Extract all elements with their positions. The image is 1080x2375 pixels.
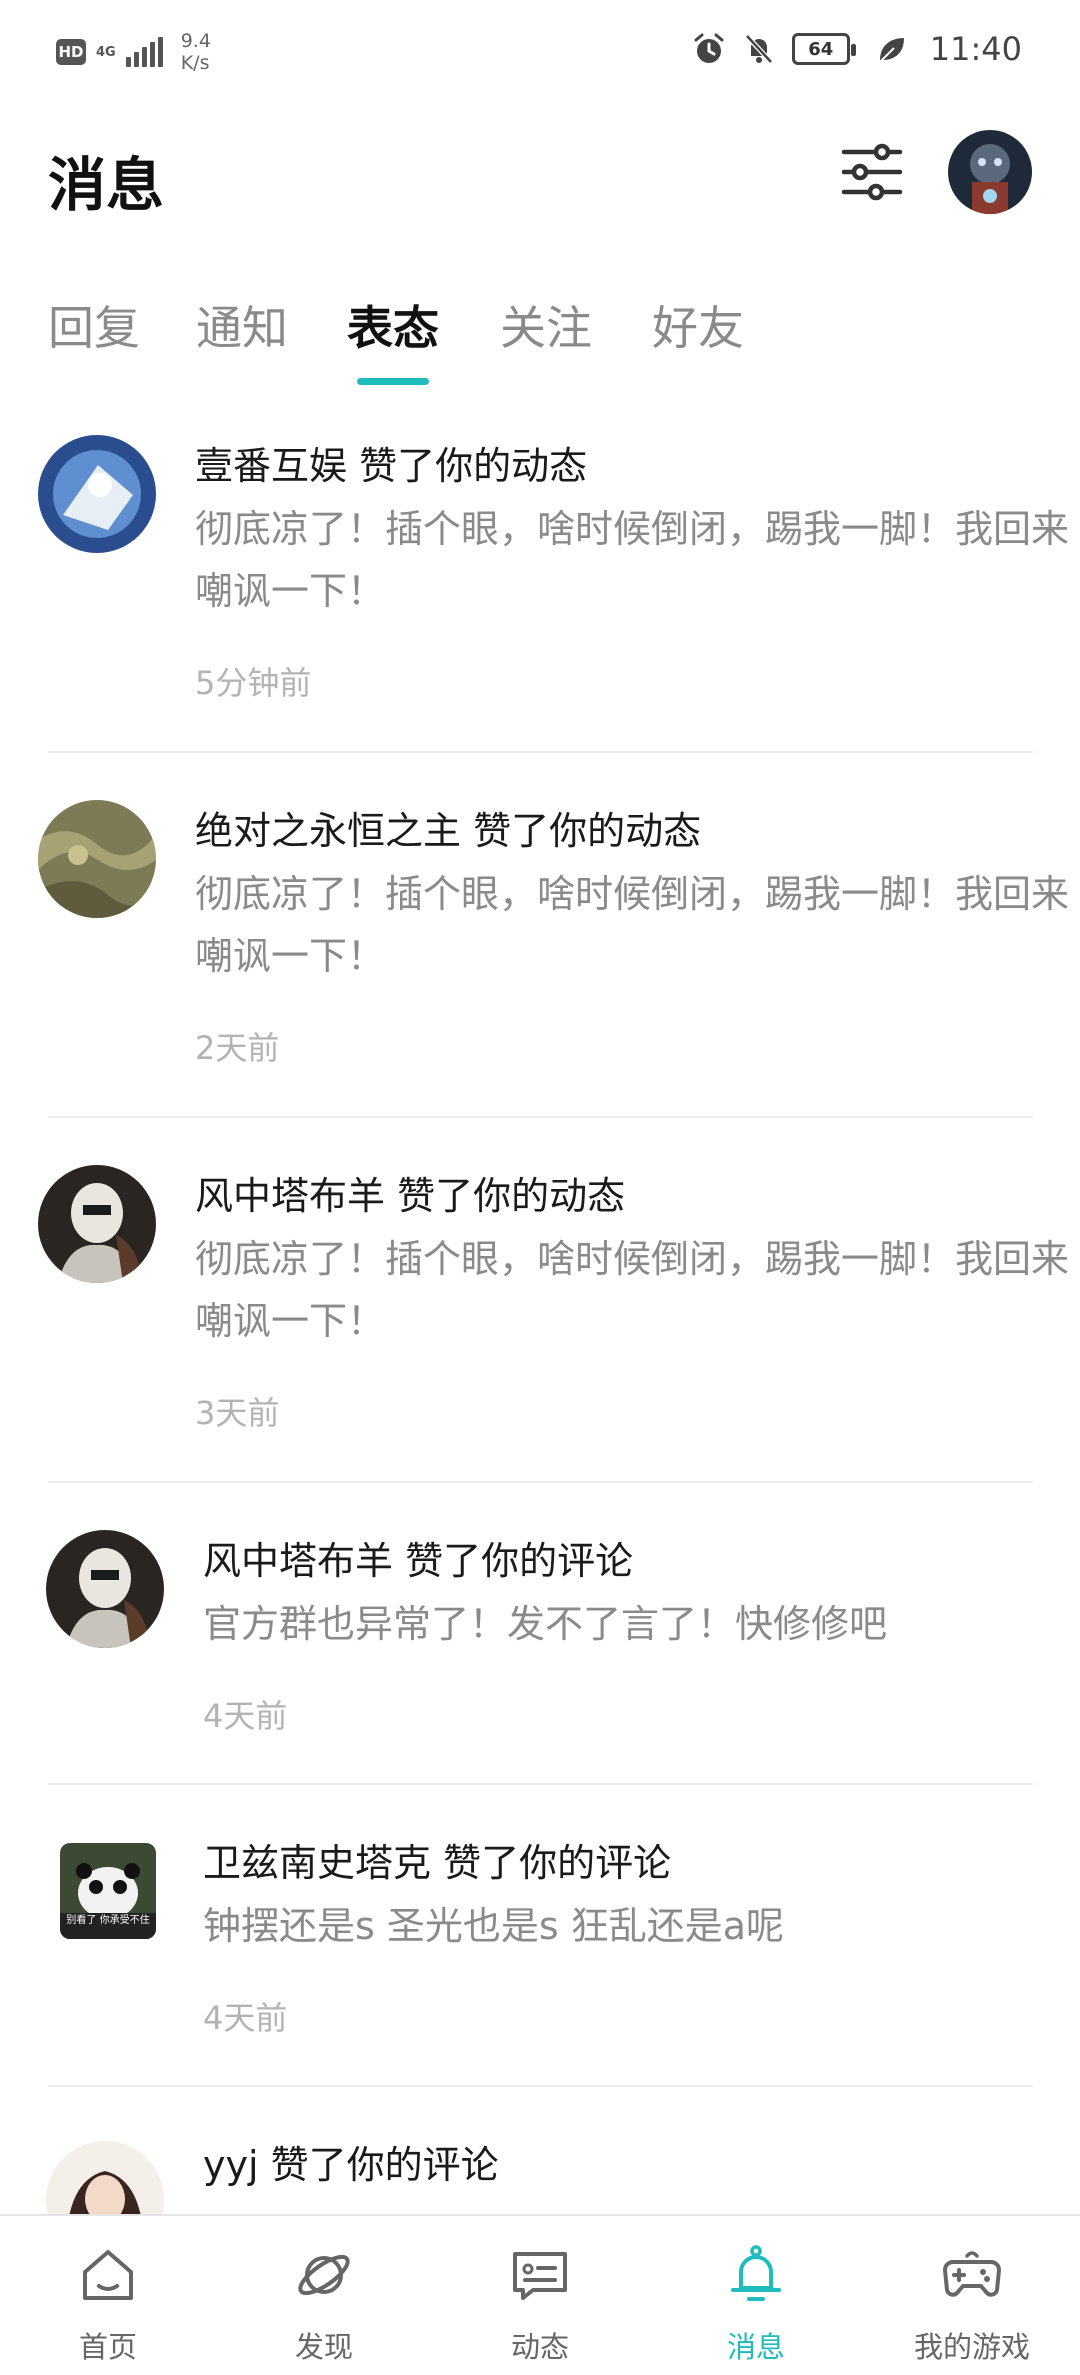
tab-follow[interactable]: 关注: [500, 292, 592, 358]
signal-icon: [125, 37, 163, 67]
item-title: 卫兹南史塔克 赞了你的评论: [203, 1832, 671, 1887]
clock: 11:40: [929, 30, 1022, 68]
network-speed-unit: K/s: [180, 52, 210, 74]
action-text: 赞了你的动态: [473, 809, 702, 853]
nav-home[interactable]: 首页: [0, 2216, 216, 2375]
network-type: 4G: [96, 44, 116, 60]
user-name[interactable]: 绝对之永恒之主: [195, 809, 461, 853]
nav-my-games[interactable]: 我的游戏: [864, 2216, 1080, 2375]
network-speed: 9.4 K/s: [181, 30, 211, 74]
tab-reaction[interactable]: 表态: [347, 292, 439, 358]
item-time: 4天前: [203, 1697, 288, 1735]
hd-badge: HD: [56, 39, 86, 65]
gamepad-icon: [943, 2251, 1001, 2297]
tab-friends[interactable]: 好友: [652, 292, 744, 358]
bell-icon: [731, 2245, 781, 2301]
avatar[interactable]: [38, 435, 156, 553]
mute-bell-icon: [744, 34, 773, 64]
divider: [48, 1783, 1033, 1785]
item-title: yyj 赞了你的评论: [203, 2134, 499, 2189]
nav-feed[interactable]: 动态: [432, 2216, 648, 2375]
user-avatar[interactable]: [948, 130, 1032, 214]
divider: [48, 1481, 1033, 1483]
item-time: 5分钟前: [195, 664, 312, 702]
item-time: 3天前: [195, 1394, 280, 1432]
status-bar: HD 4G 9.4 K/s 64 11:40: [0, 0, 1080, 108]
avatar[interactable]: 别看了 你承受不住: [60, 1843, 156, 1939]
message-card-icon: [513, 2252, 567, 2300]
item-title: 风中塔布羊 赞了你的动态: [195, 1165, 625, 1220]
status-left: HD 4G 9.4 K/s: [56, 30, 211, 74]
network-speed-value: 9.4: [180, 30, 211, 52]
item-title: 风中塔布羊 赞了你的评论: [203, 1530, 633, 1585]
action-text: 赞了你的评论: [443, 1841, 672, 1885]
header: 消息: [0, 108, 1080, 248]
action-text: 赞了你的评论: [270, 2143, 499, 2187]
action-text: 赞了你的动态: [397, 1174, 626, 1218]
tab-reply[interactable]: 回复: [48, 292, 140, 358]
item-content: 官方群也异常了！发不了言了！快修修吧: [203, 1602, 888, 1646]
item-content: 钟摆还是s 圣光也是s 狂乱还是a呢: [203, 1904, 785, 1948]
user-name[interactable]: 壹番互娱: [195, 444, 347, 488]
avatar[interactable]: [38, 800, 156, 918]
user-name[interactable]: 卫兹南史塔克: [203, 1841, 431, 1885]
item-title: 壹番互娱 赞了你的动态: [195, 435, 587, 490]
tab-active-indicator: [357, 378, 429, 385]
home-icon: [83, 2250, 133, 2300]
nav-discover[interactable]: 发现: [216, 2216, 432, 2375]
user-name[interactable]: yyj: [203, 2143, 259, 2187]
item-content: 彻底凉了！插个眼，啥时候倒闭，踢我一脚！我回来嘲讽一下！: [195, 872, 1070, 978]
alarm-icon: [694, 33, 724, 63]
item-time: 4天前: [203, 1999, 288, 2037]
user-name[interactable]: 风中塔布羊: [203, 1539, 393, 1583]
action-text: 赞了你的动态: [359, 444, 588, 488]
nav-my-games-label: 我的游戏: [913, 2330, 1030, 2364]
user-name[interactable]: 风中塔布羊: [195, 1174, 385, 1218]
status-right: 64 11:40: [692, 30, 1022, 68]
tab-bar: 回复 通知 表态 关注 好友: [0, 280, 1080, 400]
divider: [48, 751, 1033, 753]
item-content: 彻底凉了！插个眼，啥时候倒闭，踢我一脚！我回来嘲讽一下！: [195, 507, 1070, 613]
battery-indicator: 64: [791, 33, 856, 65]
nav-discover-label: 发现: [294, 2330, 353, 2364]
nav-feed-label: 动态: [510, 2330, 569, 2364]
avatar[interactable]: [38, 1165, 156, 1283]
action-text: 赞了你的评论: [405, 1539, 634, 1583]
tab-notification[interactable]: 通知: [196, 292, 288, 358]
item-time: 2天前: [195, 1029, 280, 1067]
page-title: 消息: [48, 151, 165, 219]
planet-icon: [298, 2254, 350, 2296]
filter-settings-icon[interactable]: [838, 138, 906, 206]
item-title: 绝对之永恒之主 赞了你的动态: [195, 800, 701, 855]
avatar[interactable]: [46, 1530, 164, 1648]
leaf-icon: [879, 38, 904, 63]
avatar-caption: 别看了 你承受不住: [66, 1915, 150, 1926]
nav-messages[interactable]: 消息: [648, 2216, 864, 2375]
divider: [48, 1116, 1033, 1118]
divider: [48, 2085, 1033, 2087]
item-content: 彻底凉了！插个眼，啥时候倒闭，踢我一脚！我回来嘲讽一下！: [195, 1237, 1070, 1343]
nav-home-label: 首页: [78, 2330, 137, 2364]
bottom-nav: 首页 发现 动态 消息 我的游戏: [0, 2214, 1080, 2375]
nav-messages-label: 消息: [726, 2330, 785, 2364]
